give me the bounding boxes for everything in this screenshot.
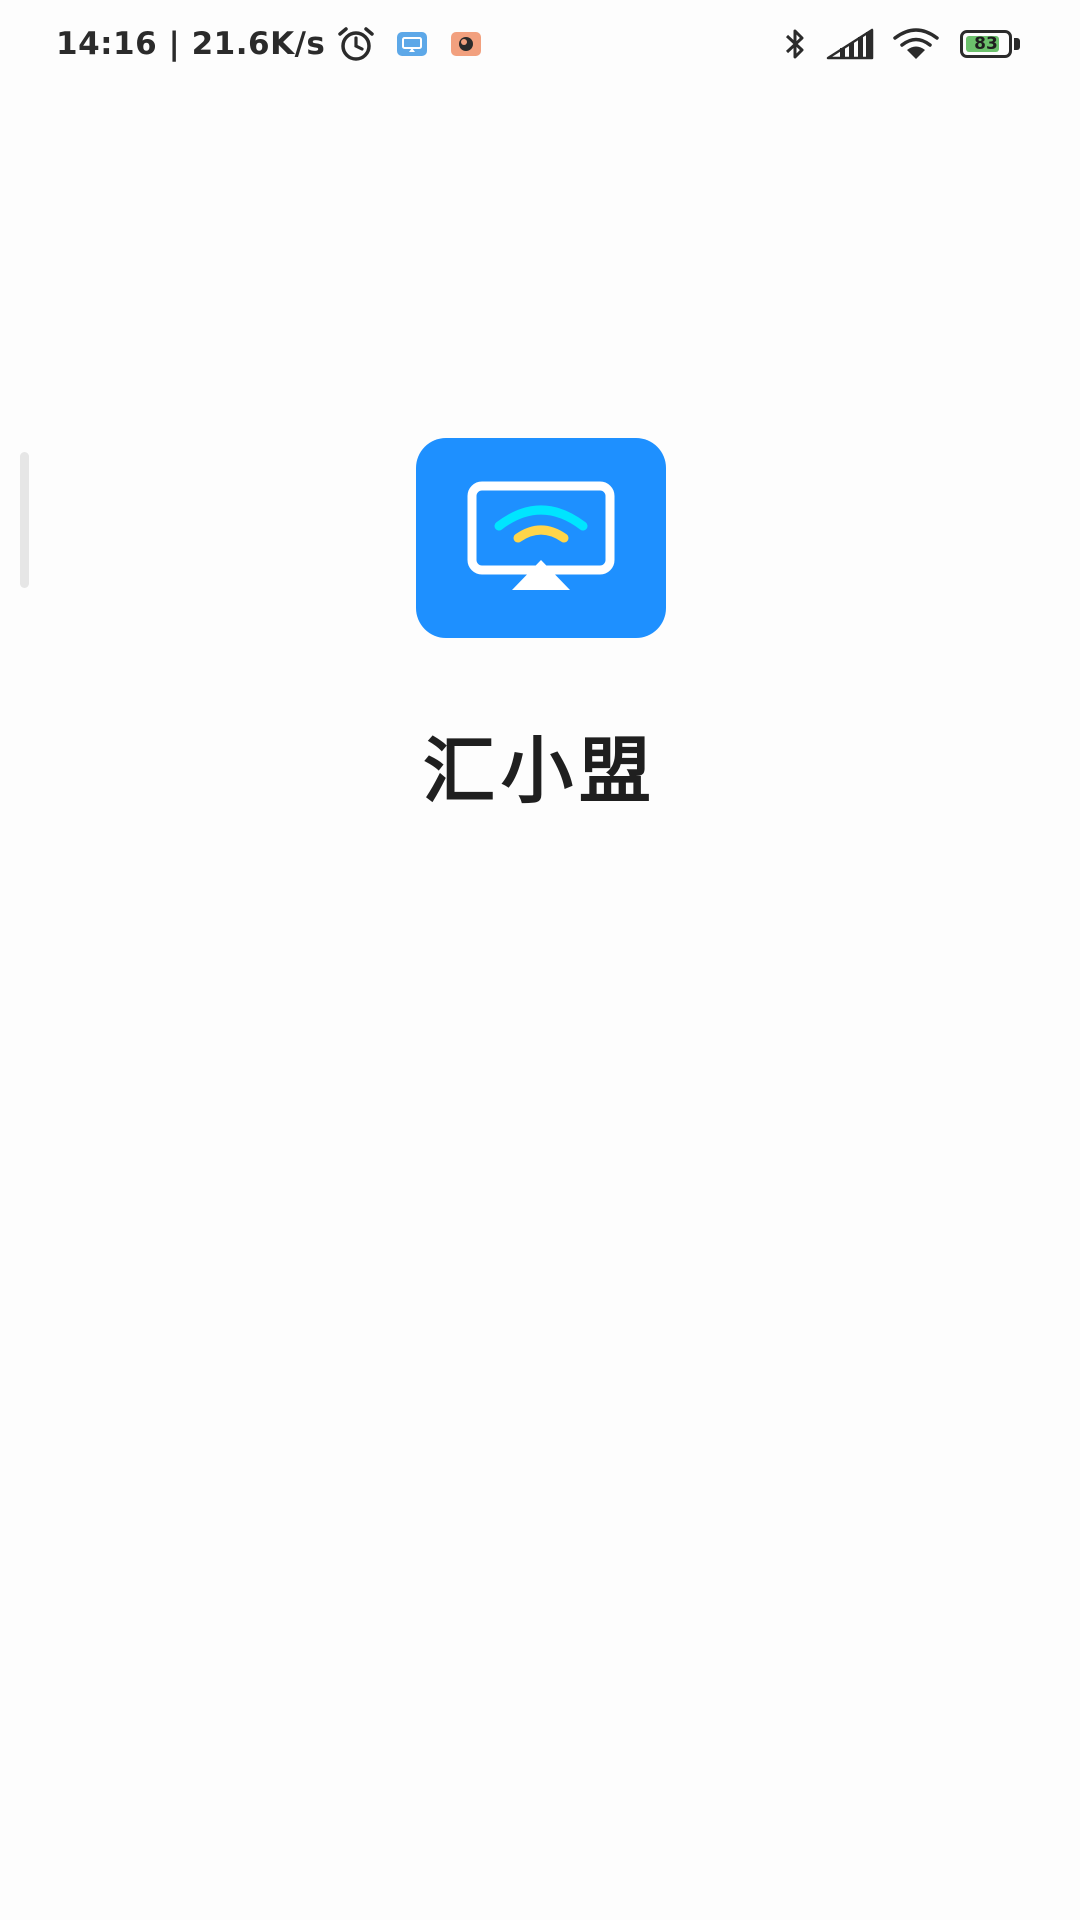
battery-level-text: 83 — [974, 34, 998, 54]
edge-scroll-handle[interactable] — [20, 452, 29, 588]
battery-cap — [1014, 38, 1020, 50]
screen-mirror-icon — [467, 481, 615, 590]
status-right: 83 — [782, 22, 1020, 66]
time-network-speed: 14:16 | 21.6K/s — [56, 26, 326, 62]
status-bar: 14:16 | 21.6K/s 83 — [0, 0, 1080, 88]
wifi-icon — [892, 27, 940, 61]
status-left: 14:16 | 21.6K/s — [56, 22, 483, 66]
alarm-icon — [335, 25, 377, 63]
screen-cast-notification-icon — [395, 30, 429, 58]
battery-icon: 83 — [960, 30, 1020, 58]
app-notification-icon — [449, 30, 483, 58]
cellular-signal-icon — [826, 28, 874, 60]
app-logo — [416, 438, 666, 638]
app-name-title: 汇小盟 — [422, 729, 657, 813]
bluetooth-icon — [782, 26, 808, 62]
